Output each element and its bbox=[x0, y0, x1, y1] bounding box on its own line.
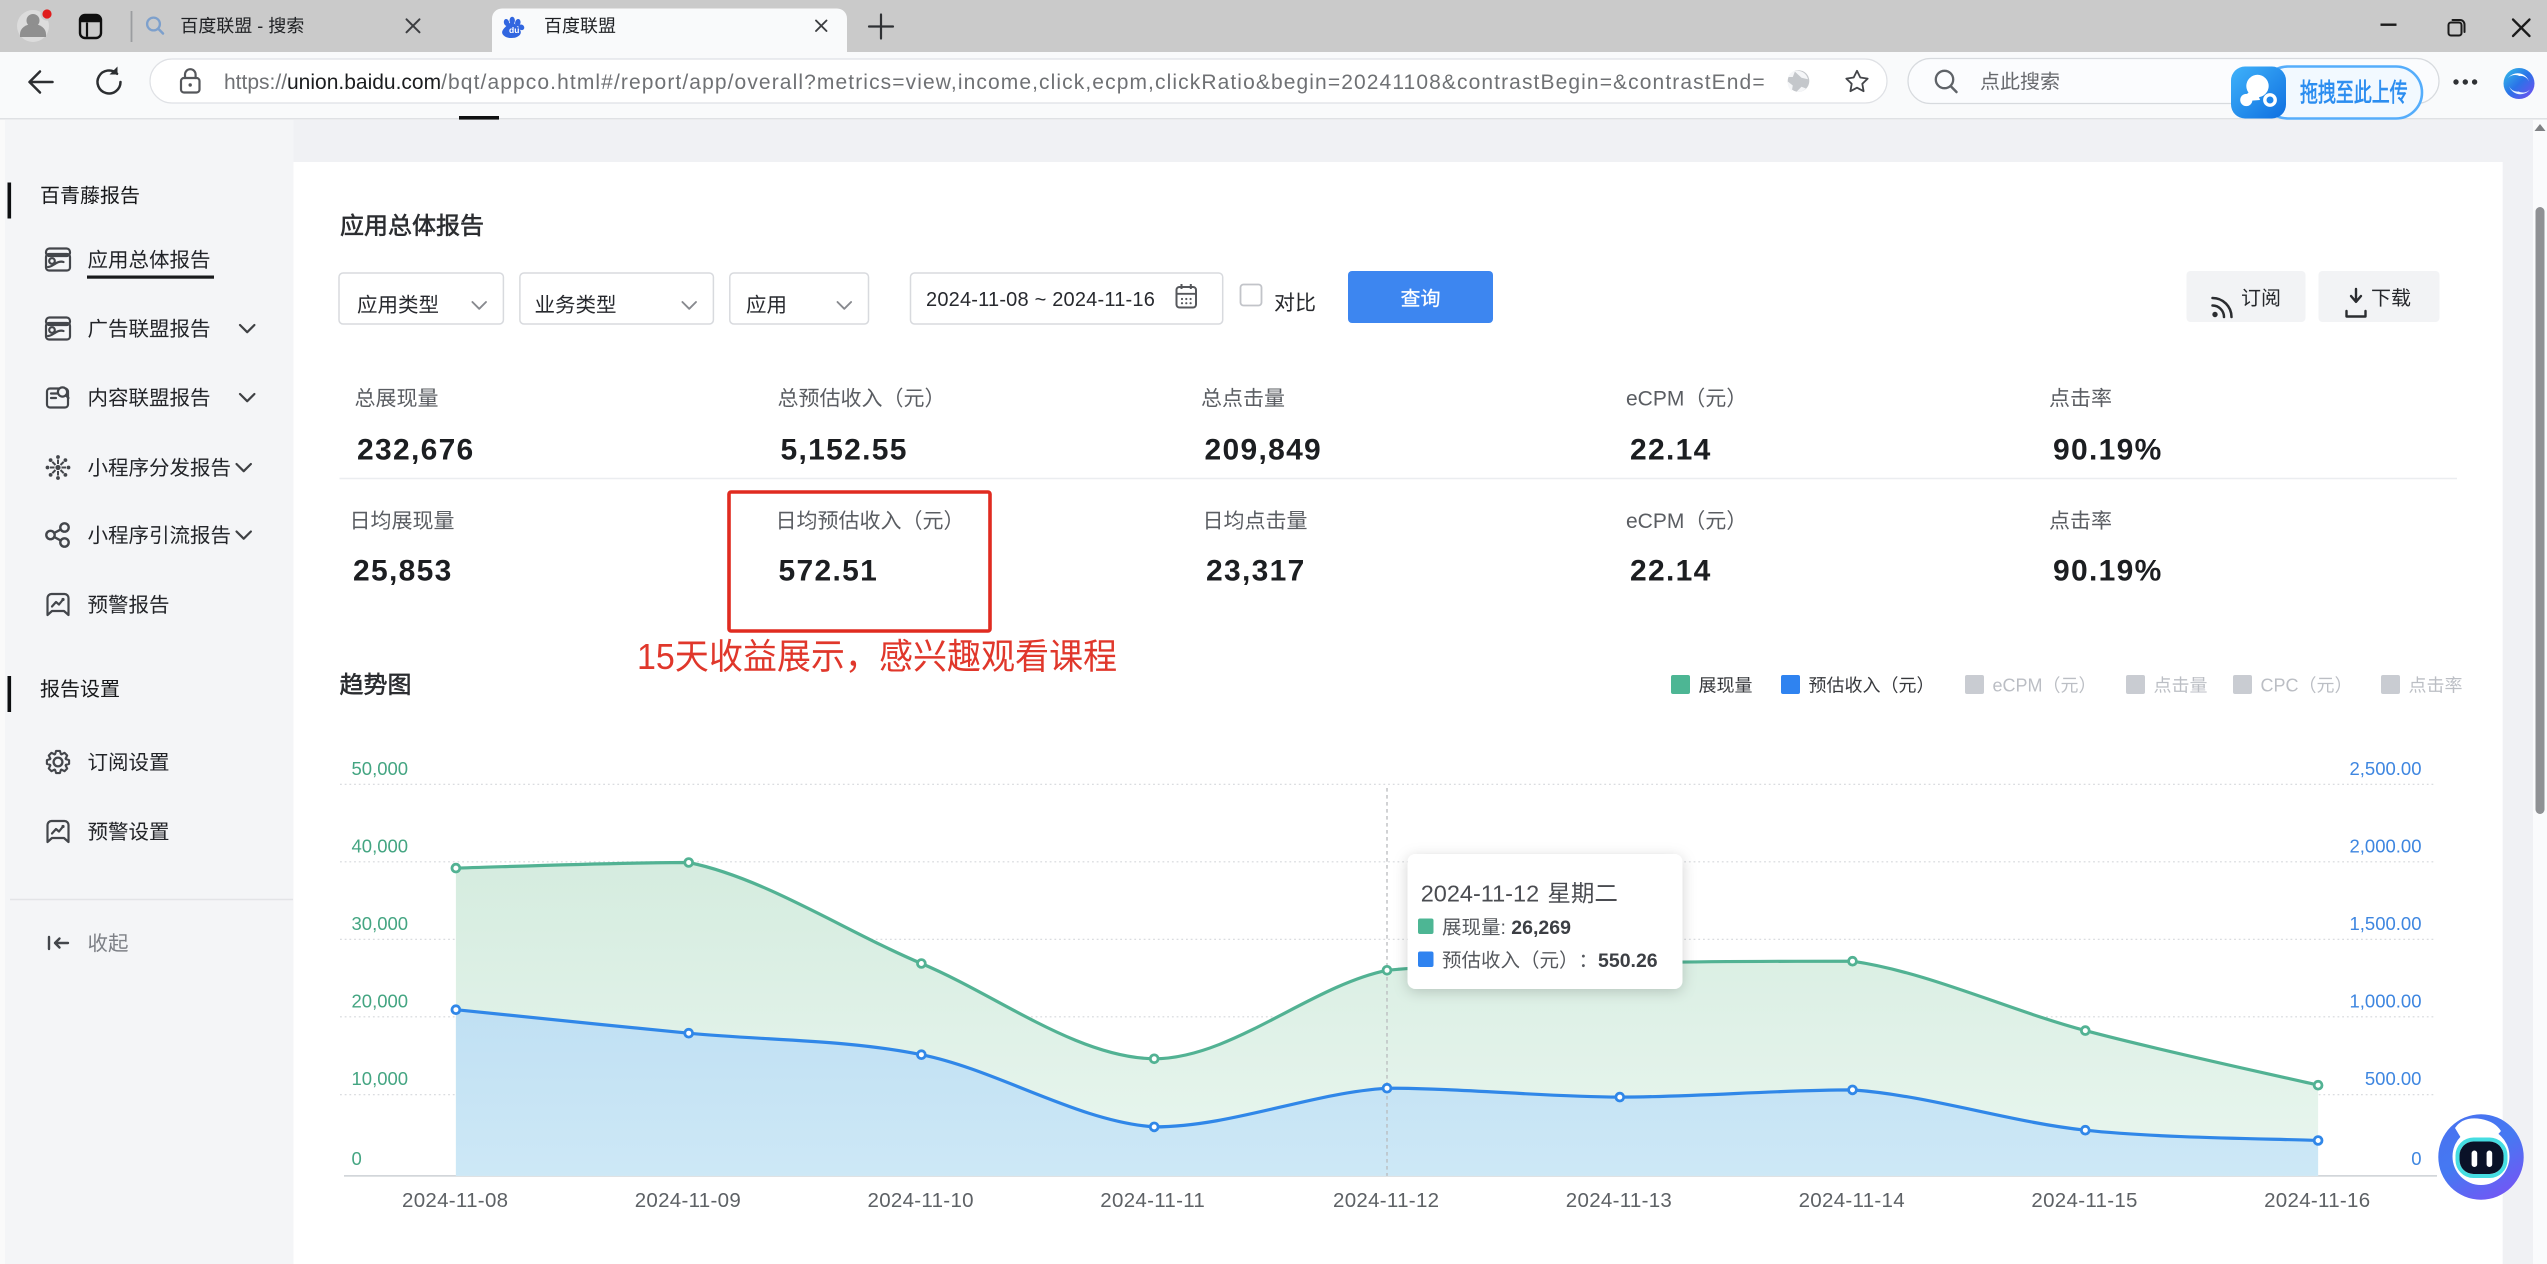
svg-text:2,500.00: 2,500.00 bbox=[2350, 758, 2422, 779]
svg-text:2,000.00: 2,000.00 bbox=[2350, 835, 2422, 856]
svg-text:2024-11-12: 2024-11-12 bbox=[1333, 1189, 1439, 1212]
svg-text:10,000: 10,000 bbox=[352, 1068, 409, 1089]
svg-text:2024-11-08 ~ 2024-11-16: 2024-11-08 ~ 2024-11-16 bbox=[926, 289, 1155, 311]
svg-text:eCPM: eCPM bbox=[1626, 388, 1684, 411]
svg-text:CPC: CPC bbox=[2261, 676, 2299, 696]
svg-text:2024-11-08: 2024-11-08 bbox=[402, 1189, 508, 1212]
svg-text:2024-11-11: 2024-11-11 bbox=[1100, 1189, 1205, 1212]
svg-text:550.26: 550.26 bbox=[1598, 950, 1658, 972]
svg-text:22.14: 22.14 bbox=[1630, 434, 1712, 467]
svg-text:0: 0 bbox=[352, 1148, 362, 1169]
svg-text:20,000: 20,000 bbox=[352, 990, 409, 1011]
svg-text:5,152.55: 5,152.55 bbox=[781, 434, 908, 467]
svg-text::: : bbox=[1501, 917, 1512, 939]
svg-text:2024-11-10: 2024-11-10 bbox=[868, 1189, 974, 1212]
svg-text:1,500.00: 1,500.00 bbox=[2350, 913, 2422, 934]
svg-text:23,317: 23,317 bbox=[1206, 555, 1306, 588]
svg-text:2024-11-15: 2024-11-15 bbox=[2031, 1189, 2137, 1212]
svg-text:0: 0 bbox=[2411, 1148, 2421, 1169]
svg-text:500.00: 500.00 bbox=[2365, 1068, 2422, 1089]
svg-text:232,676: 232,676 bbox=[357, 434, 475, 467]
svg-text:15: 15 bbox=[637, 637, 675, 677]
svg-text:du: du bbox=[509, 25, 519, 35]
svg-text:2024-11-09: 2024-11-09 bbox=[635, 1189, 741, 1212]
svg-text:eCPM: eCPM bbox=[1993, 676, 2043, 696]
svg-text:2024-11-14: 2024-11-14 bbox=[1799, 1189, 1905, 1212]
svg-text:2024-11-12: 2024-11-12 bbox=[1421, 881, 1546, 907]
svg-text:50,000: 50,000 bbox=[352, 758, 409, 779]
svg-text:/bqt/appco.html#/report/app/ov: /bqt/appco.html#/report/app/overall?metr… bbox=[441, 71, 1766, 94]
svg-text:30,000: 30,000 bbox=[352, 913, 409, 934]
svg-text:eCPM: eCPM bbox=[1626, 510, 1684, 533]
svg-text:22.14: 22.14 bbox=[1630, 555, 1712, 588]
svg-text:union.baidu.com: union.baidu.com bbox=[287, 71, 441, 94]
svg-text:26,269: 26,269 bbox=[1511, 917, 1571, 939]
svg-text:25,853: 25,853 bbox=[353, 555, 453, 588]
svg-text:90.19%: 90.19% bbox=[2053, 555, 2163, 588]
svg-text:40,000: 40,000 bbox=[352, 835, 409, 856]
svg-text:2024-11-16: 2024-11-16 bbox=[2264, 1189, 2370, 1212]
svg-text:209,849: 209,849 bbox=[1205, 434, 1323, 467]
svg-text:572.51: 572.51 bbox=[779, 555, 879, 588]
svg-text:90.19%: 90.19% bbox=[2053, 434, 2163, 467]
svg-text:-: - bbox=[252, 16, 268, 36]
svg-text:1,000.00: 1,000.00 bbox=[2350, 990, 2422, 1011]
svg-text:https://: https:// bbox=[224, 71, 287, 94]
svg-text:2024-11-13: 2024-11-13 bbox=[1566, 1189, 1672, 1212]
